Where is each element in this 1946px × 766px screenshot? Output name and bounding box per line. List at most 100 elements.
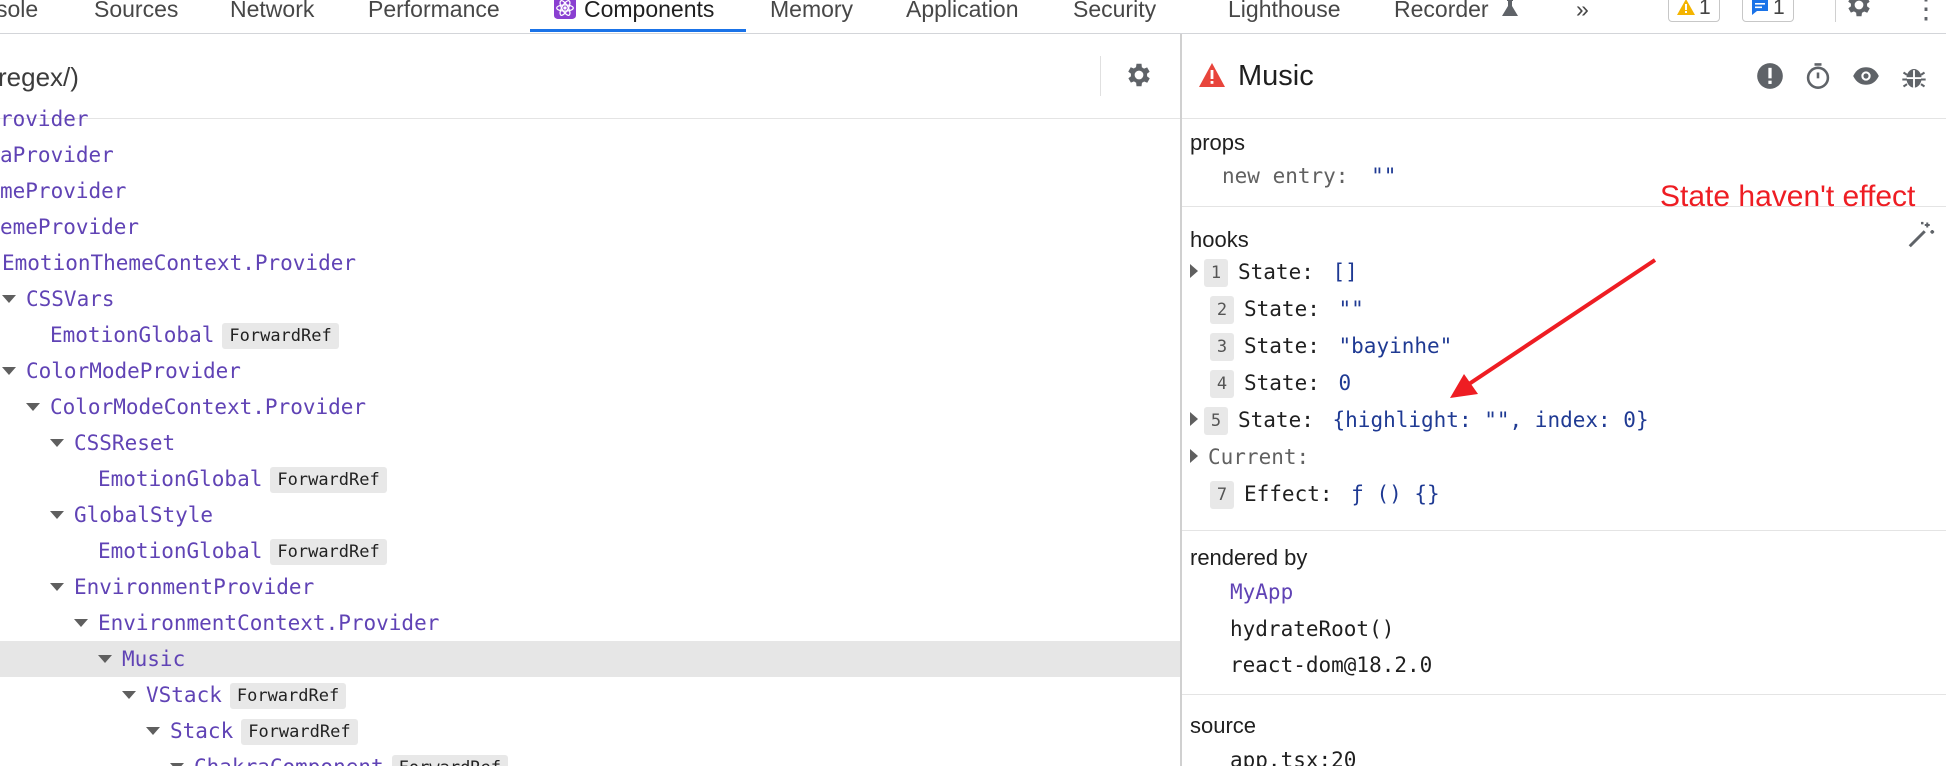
rendered-by-item: hydrateRoot() <box>1230 617 1395 641</box>
tab-components-label: Components <box>584 0 715 22</box>
component-search-input[interactable] <box>0 56 1080 98</box>
collapse-caret-icon[interactable] <box>146 727 160 735</box>
tab-lighthouse[interactable]: Lighthouse <box>1228 0 1341 33</box>
collapse-caret-icon[interactable] <box>50 583 64 591</box>
expand-caret-icon[interactable] <box>1190 412 1198 426</box>
suspend-timer-icon[interactable] <box>1804 62 1832 90</box>
tree-node[interactable]: Stack ForwardRef <box>0 713 1180 749</box>
tab-application[interactable]: Application <box>906 0 1019 33</box>
hook-index: 7 <box>1210 481 1234 509</box>
active-tab-indicator <box>530 29 746 32</box>
component-tree: rovider aProvider meProvider emeProvider… <box>0 107 1180 766</box>
rendered-by-section-title: rendered by <box>1190 545 1308 570</box>
tab-sources[interactable]: Sources <box>94 0 178 33</box>
forwardref-badge: ForwardRef <box>270 539 387 565</box>
source-file-link[interactable]: app.tsx:20 <box>1230 748 1356 766</box>
messages-badge[interactable]: 1 <box>1742 0 1794 22</box>
tab-memory[interactable]: Memory <box>770 0 853 33</box>
collapse-caret-icon[interactable] <box>2 295 16 303</box>
tree-node[interactable]: EmotionGlobal ForwardRef <box>0 317 1180 353</box>
hook-label: State: <box>1244 297 1320 321</box>
hooks-section-title: hooks <box>1190 227 1249 252</box>
hook-index: 1 <box>1204 259 1228 287</box>
props-section-title: props <box>1190 130 1246 155</box>
tree-node[interactable]: ChakraComponentForwardRef <box>0 749 1180 766</box>
tab-performance[interactable]: Performance <box>368 0 500 33</box>
hook-value[interactable]: "" <box>1339 297 1364 321</box>
message-icon <box>1752 0 1768 15</box>
tree-node[interactable]: ColorModeContext.Provider <box>0 389 1180 425</box>
warnings-count: 1 <box>1699 0 1711 19</box>
forwardref-badge: ForwardRef <box>391 755 509 766</box>
hook-row[interactable]: 4 State: 0 <box>1190 365 1351 401</box>
search-divider <box>1100 56 1101 96</box>
forwardref-badge: ForwardRef <box>270 467 387 493</box>
tree-node[interactable]: aProvider <box>0 137 1180 173</box>
collapse-caret-icon[interactable] <box>2 367 16 375</box>
tree-node[interactable]: GlobalStyle <box>0 497 1180 533</box>
collapse-caret-icon[interactable] <box>50 439 64 447</box>
hook-row[interactable]: 3 State: "bayinhe" <box>1190 328 1452 364</box>
warning-triangle-icon <box>1199 63 1225 87</box>
tree-node[interactable]: EmotionGlobal ForwardRef <box>0 461 1180 497</box>
collapse-caret-icon[interactable] <box>122 691 136 699</box>
tree-node[interactable]: emeProvider <box>0 209 1180 245</box>
tab-security[interactable]: Security <box>1073 0 1156 33</box>
hook-value[interactable]: ƒ () {} <box>1351 482 1440 506</box>
more-tabs-button[interactable]: » <box>1576 0 1589 33</box>
section-divider <box>1182 530 1946 531</box>
tree-node[interactable]: EmotionGlobal ForwardRef <box>0 533 1180 569</box>
tab-recorder-label: Recorder <box>1394 0 1489 22</box>
magic-wand-icon[interactable] <box>1906 220 1936 250</box>
tree-node[interactable]: meProvider <box>0 173 1180 209</box>
collapse-caret-icon[interactable] <box>26 403 40 411</box>
tree-node[interactable]: EnvironmentProvider <box>0 569 1180 605</box>
rendered-by-owner-link[interactable]: MyApp <box>1230 580 1293 604</box>
tree-node[interactable]: ColorModeProvider <box>0 353 1180 389</box>
warnings-badge[interactable]: 1 <box>1668 0 1720 22</box>
collapse-caret-icon[interactable] <box>98 655 112 663</box>
hook-label: Current: <box>1208 445 1310 469</box>
tab-recorder[interactable]: Recorder <box>1394 0 1519 33</box>
tree-node[interactable]: EnvironmentContext.Provider <box>0 605 1180 641</box>
hook-label: Effect: <box>1244 482 1333 506</box>
hook-row[interactable]: 2 State: "" <box>1190 291 1364 327</box>
tree-node-selected[interactable]: Music <box>0 641 1180 677</box>
collapse-caret-icon[interactable] <box>74 619 88 627</box>
toolbar-divider <box>1835 0 1836 22</box>
prop-row[interactable]: new entry: "" <box>1222 164 1396 188</box>
tree-node[interactable]: CSSReset <box>0 425 1180 461</box>
hook-value[interactable]: [] <box>1333 260 1358 284</box>
debug-bug-icon[interactable] <box>1900 62 1928 90</box>
hook-row[interactable]: Current: <box>1190 439 1309 475</box>
tree-node[interactable]: CSSVars <box>0 281 1180 317</box>
inspect-dom-eye-icon[interactable] <box>1852 62 1880 90</box>
tree-node[interactable]: EmotionThemeContext.Provider <box>0 245 1180 281</box>
hook-value[interactable]: {highlight: "", index: 0} <box>1333 408 1649 432</box>
tab-network[interactable]: Network <box>230 0 314 33</box>
settings-gear-icon[interactable] <box>1844 0 1874 20</box>
tree-node[interactable]: rovider <box>0 101 1180 137</box>
hook-row[interactable]: 7 Effect: ƒ () {} <box>1190 476 1440 512</box>
tab-console[interactable]: sole <box>0 0 38 33</box>
selected-component-name: Music <box>1238 60 1314 92</box>
messages-count: 1 <box>1773 0 1785 19</box>
rendered-by-item: react-dom@18.2.0 <box>1230 653 1433 677</box>
hook-label: State: <box>1238 260 1314 284</box>
expand-caret-icon[interactable] <box>1190 449 1198 463</box>
hook-index: 4 <box>1210 370 1234 398</box>
collapse-caret-icon[interactable] <box>50 511 64 519</box>
forwardref-badge: ForwardRef <box>241 719 358 745</box>
error-boundary-icon[interactable] <box>1756 62 1784 90</box>
tree-settings-gear-icon[interactable] <box>1124 60 1154 90</box>
hook-index: 2 <box>1210 296 1234 324</box>
forwardref-badge: ForwardRef <box>229 683 347 709</box>
prop-value[interactable]: "" <box>1371 164 1396 188</box>
more-options-button[interactable]: ⋮ <box>1912 0 1940 25</box>
annotation-text: State haven't effect <box>1660 180 1916 213</box>
tree-node[interactable]: VStack ForwardRef <box>0 677 1180 713</box>
expand-caret-icon[interactable] <box>1190 264 1198 278</box>
hook-value[interactable]: 0 <box>1339 371 1352 395</box>
hook-row[interactable]: 1 State: [] <box>1190 254 1358 290</box>
hook-index: 3 <box>1210 333 1234 361</box>
